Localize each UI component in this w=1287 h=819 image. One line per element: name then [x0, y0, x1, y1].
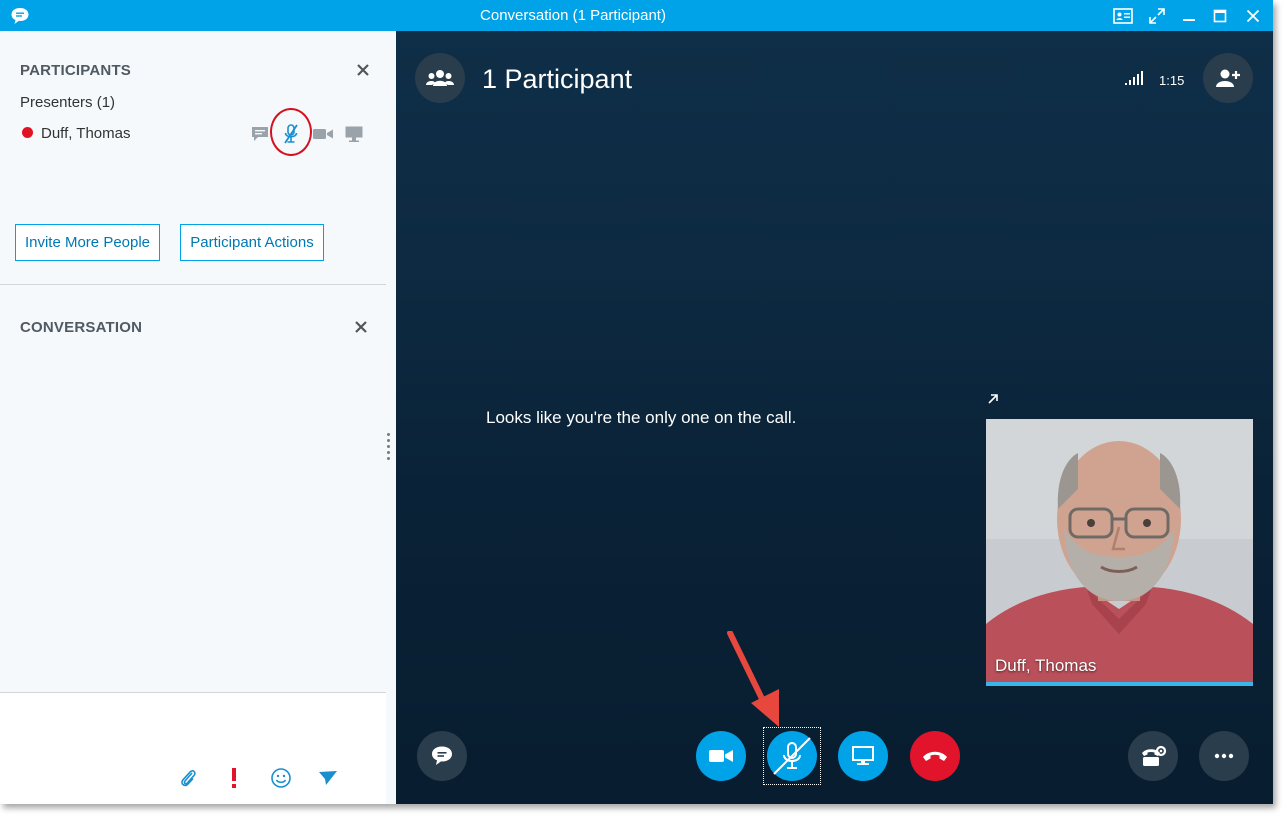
call-timer: 1:15 — [1159, 73, 1185, 88]
participant-photo — [986, 419, 1253, 686]
monitor-icon — [852, 746, 874, 765]
panel-divider — [0, 284, 386, 285]
close-participants-icon[interactable] — [356, 63, 370, 77]
contact-card-button[interactable] — [1110, 4, 1136, 28]
annotation-circle — [270, 108, 312, 156]
maximize-button[interactable] — [1207, 4, 1233, 28]
im-bubble-icon — [252, 127, 268, 141]
focus-outline — [763, 727, 821, 785]
close-icon — [1246, 9, 1260, 23]
fullscreen-icon — [1149, 8, 1165, 24]
minimize-icon — [1183, 19, 1195, 21]
maximize-icon — [1213, 9, 1227, 23]
paperclip-icon — [181, 770, 196, 787]
invite-more-people-button[interactable]: Invite More People — [15, 224, 160, 261]
message-compose-area[interactable] — [0, 692, 386, 804]
only-one-message: Looks like you're the only one on the ca… — [486, 408, 797, 427]
send-arrow-icon — [319, 771, 337, 785]
exclamation-icon — [232, 768, 236, 788]
popout-arrow-icon[interactable] — [986, 392, 1000, 406]
conversation-heading: CONVERSATION — [20, 319, 143, 336]
show-im-button[interactable] — [417, 731, 467, 781]
people-group-icon — [426, 70, 454, 86]
participant-name: Duff, Thomas — [41, 125, 131, 142]
participant-video-button[interactable] — [312, 123, 334, 145]
high-importance-button[interactable] — [222, 766, 246, 790]
speaking-indicator-bar — [986, 682, 1253, 686]
window-title: Conversation (1 Participant) — [480, 7, 666, 24]
chat-bubble-icon — [432, 746, 452, 765]
smiley-icon — [271, 768, 291, 788]
annotation-arrow — [727, 631, 779, 727]
participant-row[interactable]: Duff, Thomas — [20, 123, 370, 145]
more-options-button[interactable] — [1199, 731, 1249, 781]
conversation-window: Conversation (1 Participant) PARTICIPANT… — [0, 0, 1273, 804]
title-bar: Conversation (1 Participant) — [0, 0, 1273, 31]
presence-busy-icon — [22, 127, 33, 138]
presenters-group-label: Presenters (1) — [20, 94, 116, 111]
participants-heading: PARTICIPANTS — [20, 62, 132, 79]
close-conversation-icon[interactable] — [354, 320, 368, 334]
participant-share-button[interactable] — [343, 123, 365, 145]
emoticon-button[interactable] — [269, 766, 293, 790]
video-camera-icon — [709, 750, 733, 762]
close-window-button[interactable] — [1240, 4, 1266, 28]
fullscreen-button[interactable] — [1144, 4, 1170, 28]
video-participant-name: Duff, Thomas — [995, 656, 1097, 675]
present-content-button[interactable] — [838, 731, 888, 781]
video-toggle-button[interactable] — [696, 731, 746, 781]
hang-up-phone-icon — [923, 751, 947, 761]
more-ellipsis-icon — [1214, 753, 1234, 759]
video-camera-icon — [313, 129, 333, 139]
add-person-icon — [1216, 69, 1240, 87]
attach-file-button[interactable] — [176, 766, 200, 790]
participant-im-button[interactable] — [249, 123, 271, 145]
add-people-button[interactable] — [1203, 53, 1253, 103]
participant-count-title: 1 Participant — [482, 64, 633, 94]
monitor-icon — [345, 126, 363, 142]
hang-up-button[interactable] — [910, 731, 960, 781]
self-video-preview[interactable]: Duff, Thomas — [986, 419, 1253, 686]
phone-settings-icon — [1142, 745, 1167, 766]
side-panel: PARTICIPANTS Presenters (1) Duff, Thomas — [0, 31, 396, 804]
send-button[interactable] — [316, 766, 340, 790]
call-controls-button[interactable] — [1128, 731, 1178, 781]
participant-actions-button[interactable]: Participant Actions — [180, 224, 324, 261]
panel-splitter-handle[interactable] — [387, 433, 391, 463]
call-stage: 1 Participant 1:15 Looks like you're the… — [396, 31, 1273, 804]
minimize-button[interactable] — [1176, 4, 1202, 28]
participants-list-button[interactable] — [415, 53, 465, 103]
call-quality-icon — [1125, 71, 1143, 85]
contact-card-icon — [1113, 8, 1133, 24]
